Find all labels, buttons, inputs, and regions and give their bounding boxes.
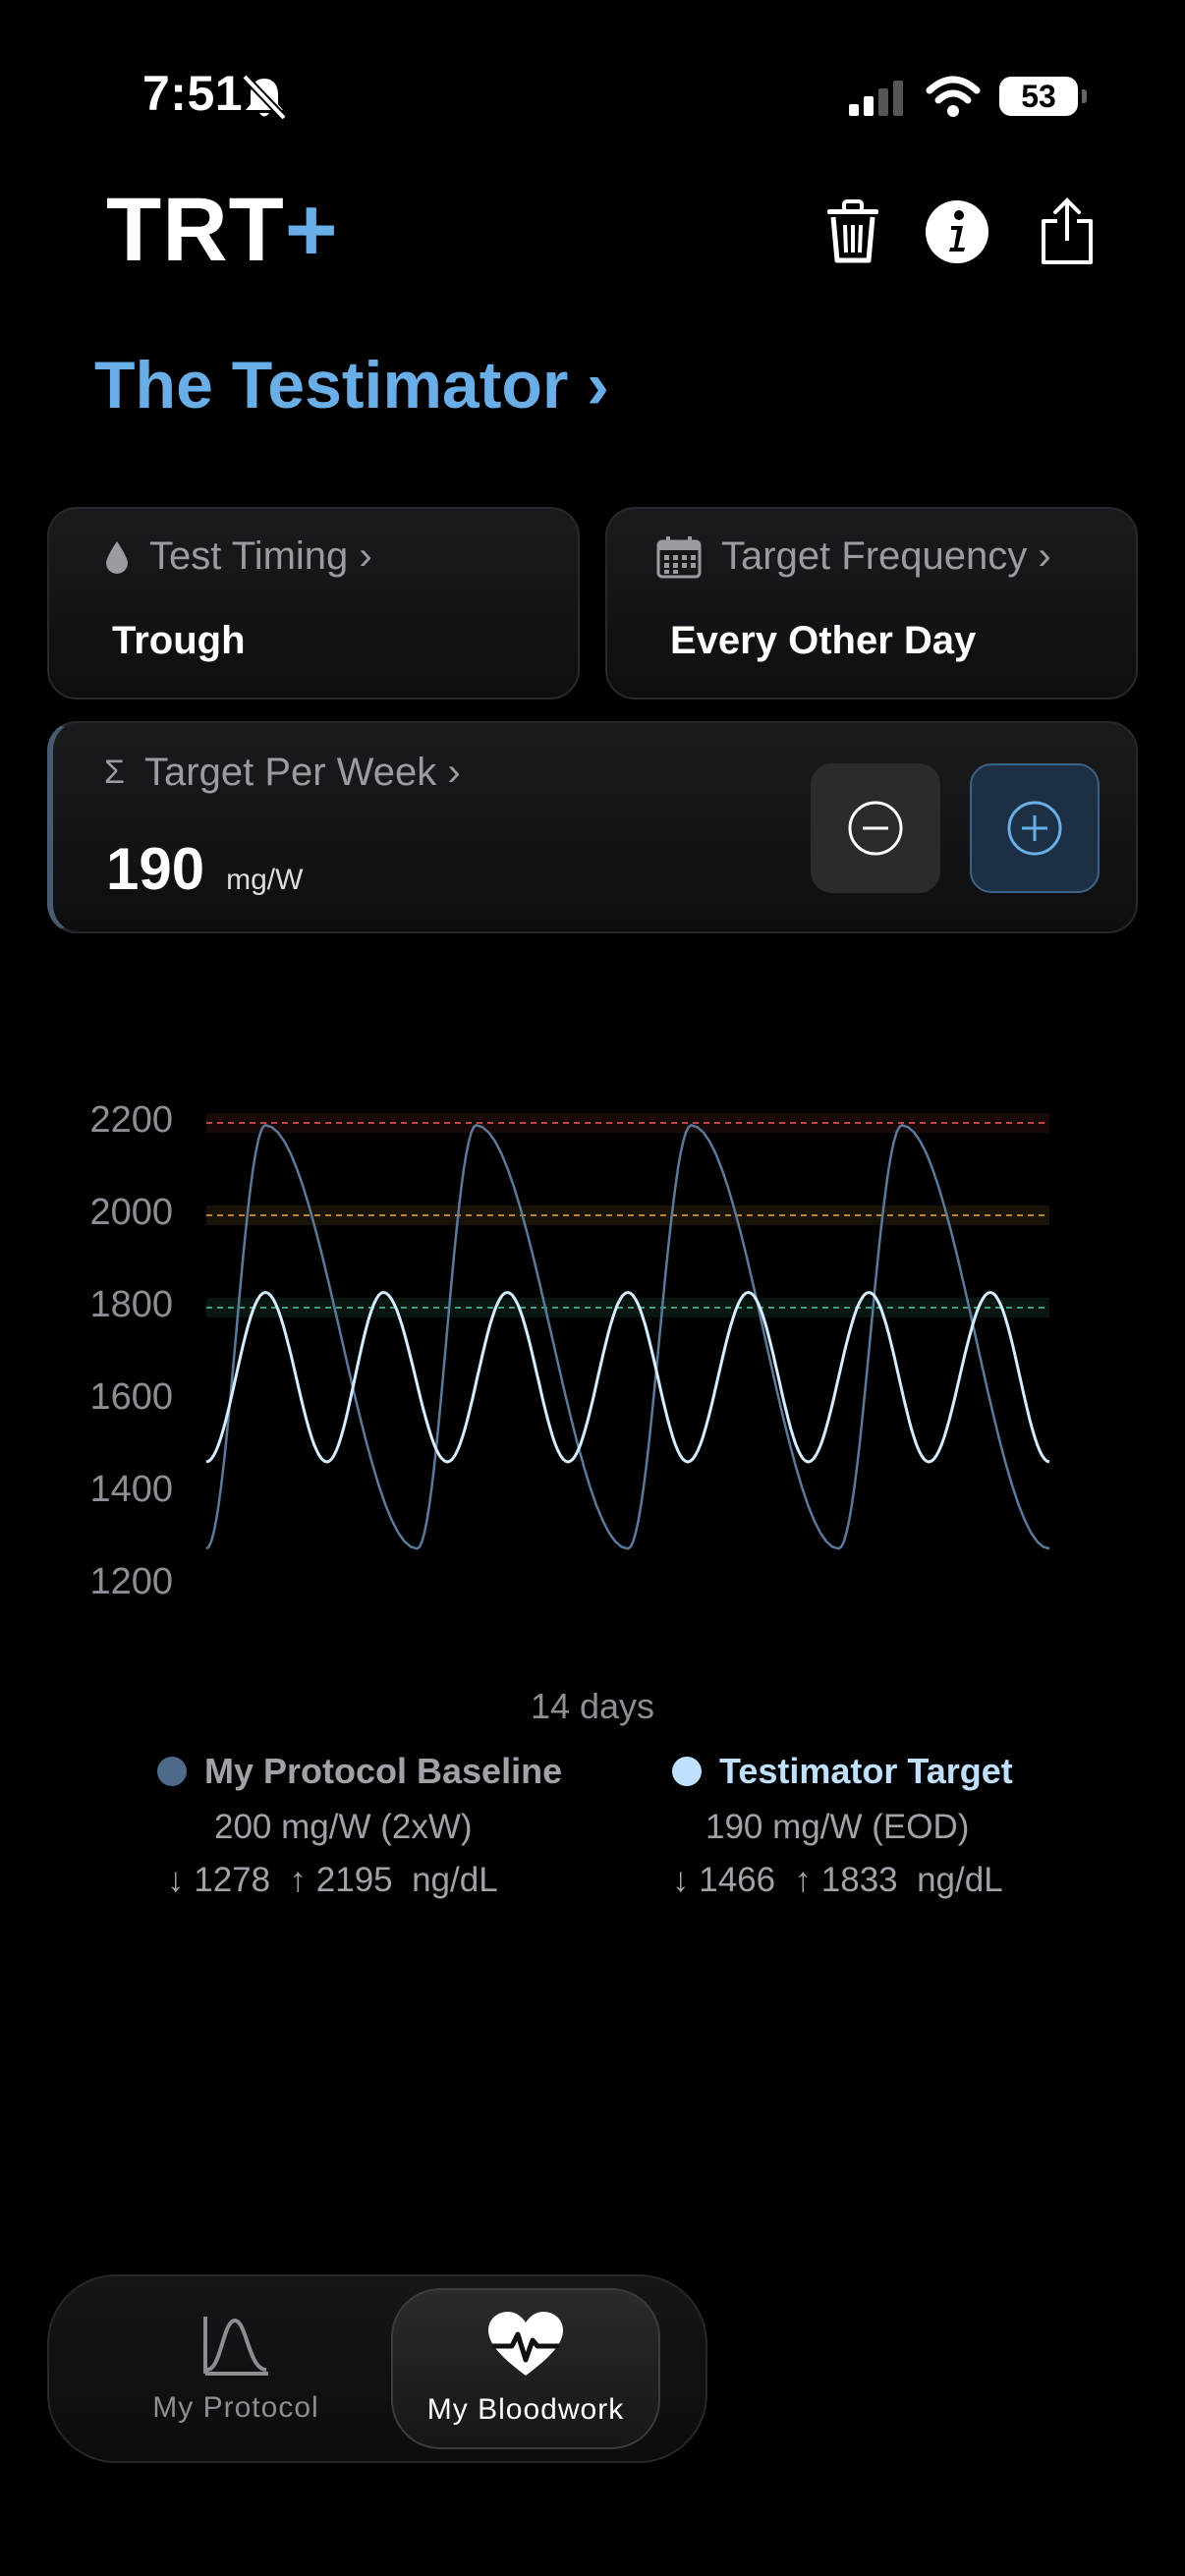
tab-my-protocol-label: My Protocol [152, 2391, 319, 2424]
legend-baseline-name: My Protocol Baseline [204, 1751, 563, 1791]
legend-target-dot [672, 1757, 702, 1786]
legend-baseline-dose: 200 mg/W (2xW) [214, 1808, 473, 1846]
legend-target: Testimator Target 190 mg/W (EOD) ↓ 1466 … [672, 1751, 1085, 1900]
tab-my-protocol[interactable]: My Protocol [88, 2288, 383, 2449]
legend-target-dose: 190 mg/W (EOD) [705, 1808, 970, 1846]
tab-bar: My Protocol My Bloodwork [47, 2274, 707, 2463]
legend-target-range: ↓ 1466 ↑ 1833 ng/dL [672, 1861, 1003, 1899]
legend-baseline: My Protocol Baseline 200 mg/W (2xW) ↓ 12… [157, 1751, 570, 1900]
legend-target-name: Testimator Target [719, 1751, 1013, 1791]
tab-my-bloodwork-label: My Bloodwork [426, 2393, 625, 2426]
curve-icon [203, 2317, 268, 2376]
series-line-baseline [205, 1123, 1050, 1550]
chart-x-label: 14 days [530, 1686, 655, 1726]
heart-pulse-icon [488, 2312, 563, 2376]
testosterone-chart [205, 1113, 1050, 1550]
series-line-target [205, 1290, 1050, 1464]
legend-baseline-range: ↓ 1278 ↑ 2195 ng/dL [167, 1861, 498, 1899]
tab-my-bloodwork[interactable]: My Bloodwork [391, 2288, 660, 2449]
home-indicator [397, 2548, 788, 2560]
legend-baseline-dot [157, 1757, 187, 1786]
